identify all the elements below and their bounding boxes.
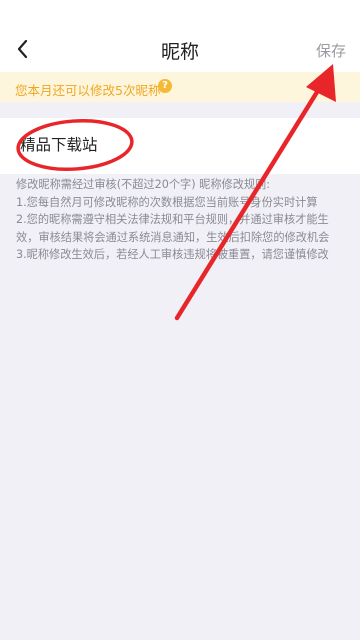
rules-line: 修改昵称需经过审核(不超过20个字) 昵称修改规则: bbox=[16, 178, 271, 191]
rules-line: 1.您每自然月可修改昵称的次数根据您当前账号身份实时计算 bbox=[16, 195, 318, 209]
save-button[interactable]: 保存 bbox=[316, 40, 346, 61]
nickname-edit-screen: 昵称 保存 您本月还可以修改5次昵称 ? 修改昵称需经过审核(不超过20个字) … bbox=[0, 0, 360, 640]
rules-line: 2.您的昵称需遵守相关法律法规和平台规则，并通过审核才能生 bbox=[16, 213, 329, 227]
modification-notice: 您本月还可以修改5次昵称 bbox=[0, 72, 360, 102]
nickname-rules: 修改昵称需经过审核(不超过20个字) 昵称修改规则: 1.您每自然月可修改昵称的… bbox=[16, 176, 346, 264]
help-icon[interactable]: ? bbox=[158, 79, 172, 93]
page-title: 昵称 bbox=[160, 41, 199, 63]
rules-line: 效，审核结果将会通过系统消息通知，生效后扣除您的修改机会 bbox=[16, 230, 330, 244]
top-bar: 昵称 保存 bbox=[0, 0, 360, 72]
notice-text: 您本月还可以修改5次昵称 bbox=[15, 83, 161, 98]
nickname-input[interactable] bbox=[20, 135, 320, 153]
section-gap bbox=[0, 102, 360, 118]
rules-line: 3.昵称修改生效后，若经人工审核违规将被重置，请您谨慎修改 bbox=[16, 248, 329, 262]
